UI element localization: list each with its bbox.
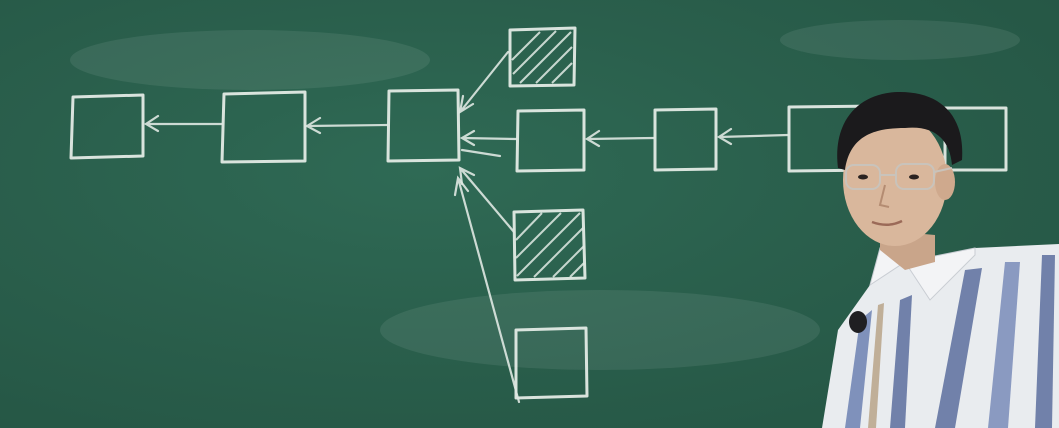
lecturer — [822, 92, 1059, 428]
chalkboard-photo — [0, 0, 1059, 428]
shirt-clip — [849, 311, 867, 333]
eye-left — [858, 174, 868, 180]
eye-right — [909, 174, 919, 180]
